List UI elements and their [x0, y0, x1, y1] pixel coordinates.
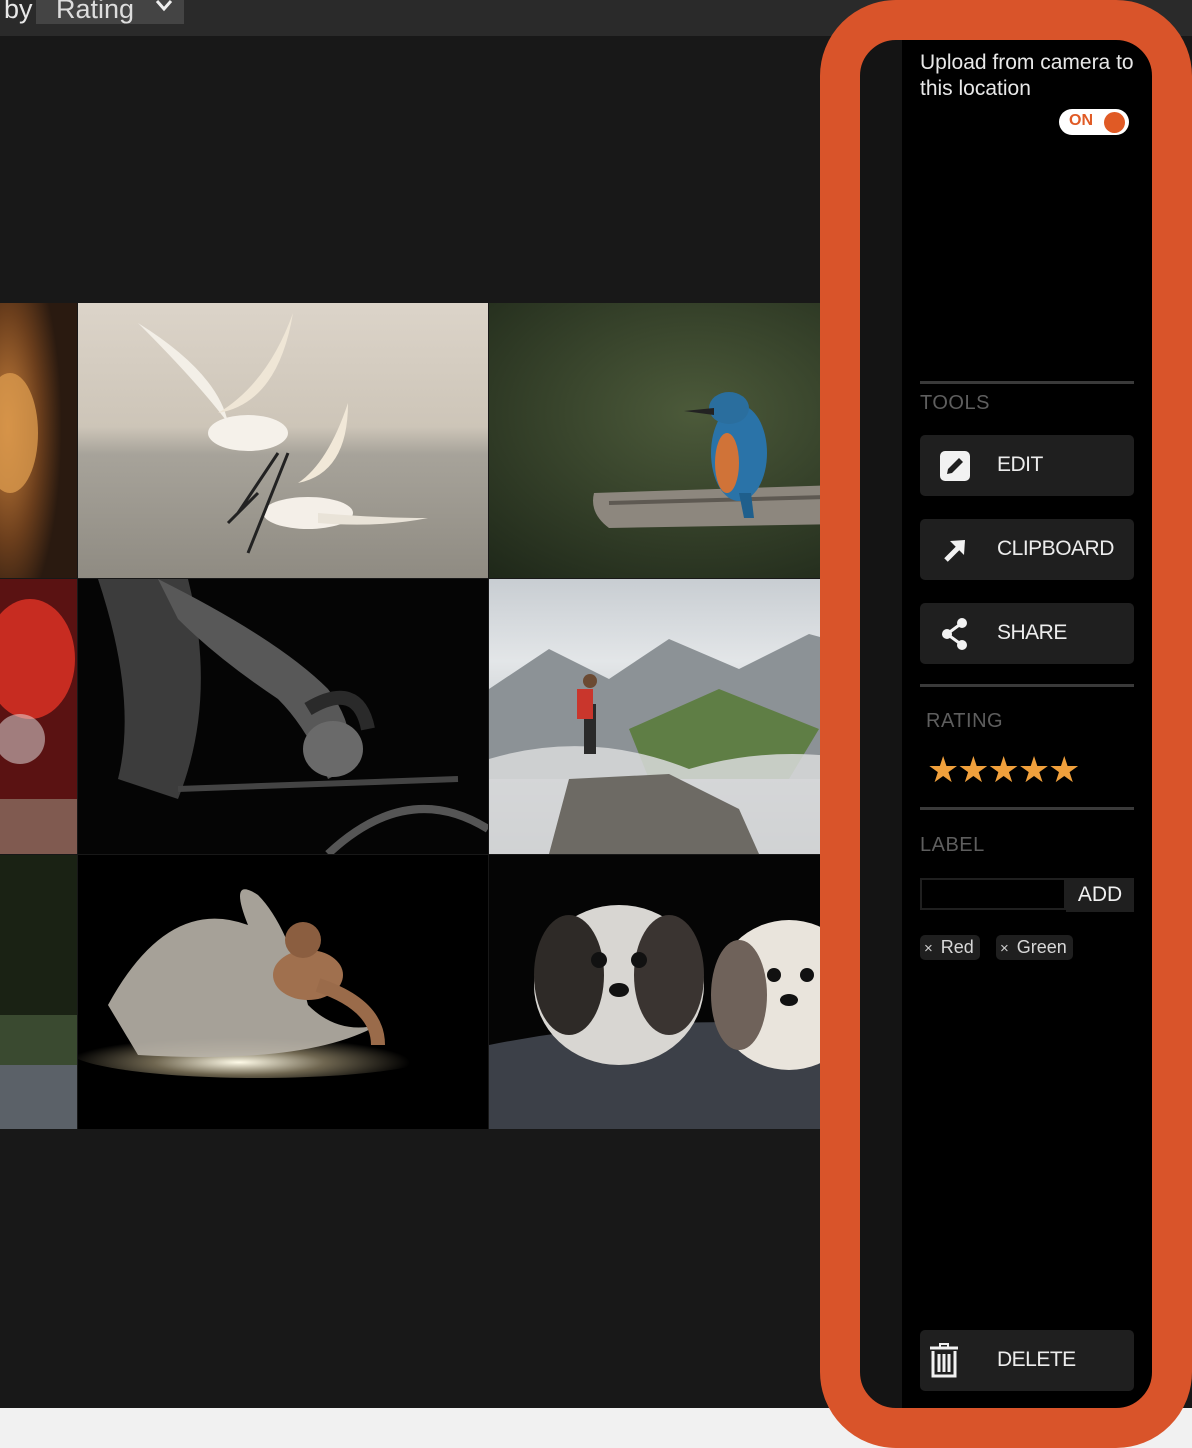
photo-tile-powder-dancer[interactable]	[78, 855, 488, 1129]
rating-stars[interactable]: ★★★★★	[927, 752, 1080, 788]
share-label: SHARE	[997, 621, 1067, 644]
sort-prefix: by	[4, 0, 33, 24]
sort-value: Rating	[56, 0, 135, 24]
tools-title: TOOLS	[920, 392, 990, 414]
label-chip-text: Red	[940, 937, 974, 957]
photo-tile-red-blur[interactable]	[0, 579, 77, 854]
photo-tile-cyclist[interactable]	[78, 579, 488, 854]
photo-tile-dogs[interactable]	[489, 855, 901, 1129]
pencil-icon	[940, 451, 970, 481]
photo-grid	[0, 303, 901, 1129]
photo-tile-hiker[interactable]	[489, 579, 901, 854]
upload-setting-label: Upload from camera to this location	[920, 51, 1134, 100]
rating-title: RATING	[926, 710, 1004, 732]
clipboard-label: CLIPBOARD	[997, 537, 1114, 560]
photo-tile-kingfisher[interactable]	[489, 303, 901, 578]
photo-tile-desert-action[interactable]	[0, 303, 77, 578]
clipboard-button[interactable]: CLIPBOARD	[920, 519, 1134, 580]
tools-divider	[920, 381, 1134, 384]
toggle-knob	[1104, 112, 1125, 133]
panel-edge	[860, 40, 902, 1408]
sort-dropdown[interactable]: Rating	[36, 0, 184, 24]
label-chip-green[interactable]: × Green	[996, 935, 1073, 960]
remove-label-icon[interactable]: ×	[1000, 940, 1009, 957]
chevron-down-icon	[155, 0, 173, 12]
label-title: LABEL	[920, 834, 985, 856]
label-chip-text: Green	[1016, 937, 1067, 957]
toggle-state-label: ON	[1069, 112, 1093, 129]
app-window: by Rating Upload from camera to this loc…	[0, 0, 1192, 1408]
add-label-button[interactable]: ADD	[1066, 878, 1134, 912]
remove-label-icon[interactable]: ×	[924, 940, 933, 957]
label-divider	[920, 807, 1134, 810]
photo-tile-night-field[interactable]	[0, 855, 77, 1129]
label-chip-red[interactable]: × Red	[920, 935, 980, 960]
edit-label: EDIT	[997, 453, 1043, 476]
trash-icon	[930, 1343, 958, 1378]
share-icon	[942, 618, 967, 650]
photo-tile-egrets[interactable]	[78, 303, 488, 578]
side-panel: Upload from camera to this location ON T…	[860, 40, 1152, 1408]
top-bar: by Rating	[0, 0, 1192, 36]
share-button[interactable]: SHARE	[920, 603, 1134, 664]
delete-label: DELETE	[997, 1348, 1076, 1371]
arrow-icon	[944, 540, 965, 562]
rating-divider	[920, 684, 1134, 687]
delete-button[interactable]: DELETE	[920, 1330, 1134, 1391]
edit-button[interactable]: EDIT	[920, 435, 1134, 496]
upload-toggle[interactable]: ON	[1059, 109, 1129, 135]
label-input[interactable]	[920, 878, 1066, 910]
